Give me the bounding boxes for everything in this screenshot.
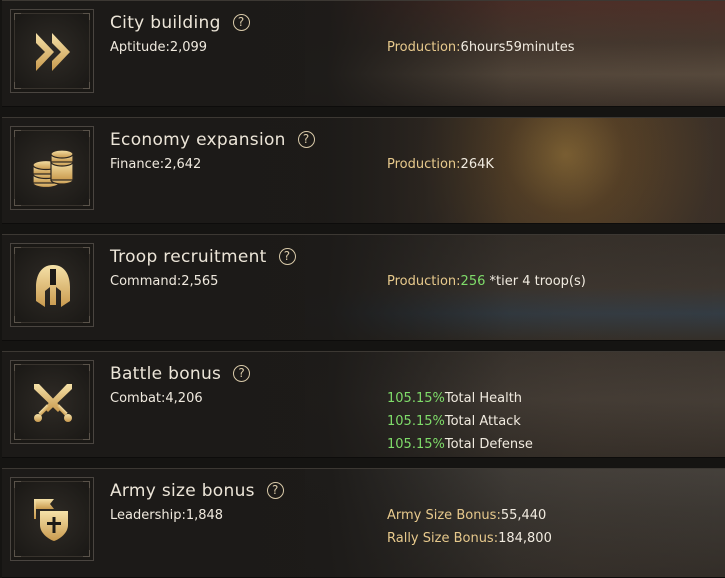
banner-shield-icon: [34, 499, 68, 541]
production-line: Production:264K: [387, 157, 494, 172]
helmet-icon: [36, 265, 70, 307]
card-battle-bonus[interactable]: Battle bonus? Combat:4,206 105.15%Total …: [2, 351, 725, 458]
production-line: Production:256 *tier 4 troop(s): [387, 274, 586, 289]
card-title: Battle bonus?: [110, 364, 251, 384]
help-icon[interactable]: ?: [297, 131, 315, 148]
card-troop-recruitment[interactable]: Troop recruitment? Command:2,565 Product…: [2, 234, 725, 341]
stat-command: Command:2,565: [110, 274, 219, 289]
help-icon[interactable]: ?: [278, 248, 296, 265]
army-size-line: Army Size Bonus:55,440: [387, 508, 547, 523]
card-title: City building?: [110, 13, 250, 33]
help-icon[interactable]: ?: [232, 14, 250, 31]
bonus-attack: 105.15%Total Attack: [387, 414, 521, 429]
fast-forward-icon: [36, 33, 70, 71]
crossed-swords-icon: [34, 384, 72, 422]
coins-icon: [32, 149, 74, 189]
card-army-size-bonus[interactable]: Army size bonus? Leadership:1,848 Army S…: [2, 468, 725, 578]
card-economy-expansion[interactable]: Economy expansion? Finance:2,642 Product…: [2, 117, 725, 224]
bonus-defense: 105.15%Total Defense: [387, 437, 533, 452]
rally-size-line: Rally Size Bonus:184,800: [387, 531, 552, 546]
icon-frame: [10, 477, 94, 561]
icon-frame: [10, 126, 94, 210]
stat-combat: Combat:4,206: [110, 391, 203, 406]
production-line: Production:6hours59minutes: [387, 40, 575, 55]
card-title: Troop recruitment?: [110, 247, 296, 267]
icon-frame: [10, 360, 94, 444]
stat-finance: Finance:2,642: [110, 157, 202, 172]
stat-aptitude: Aptitude:2,099: [110, 40, 208, 55]
card-title: Army size bonus?: [110, 481, 284, 501]
help-icon[interactable]: ?: [233, 365, 251, 382]
icon-frame: [10, 9, 94, 93]
bonus-health: 105.15%Total Health: [387, 391, 523, 406]
card-city-building[interactable]: City building? Aptitude:2,099 Production…: [2, 0, 725, 107]
stat-leadership: Leadership:1,848: [110, 508, 224, 523]
help-icon[interactable]: ?: [266, 482, 284, 499]
icon-frame: [10, 243, 94, 327]
card-title: Economy expansion?: [110, 130, 315, 150]
